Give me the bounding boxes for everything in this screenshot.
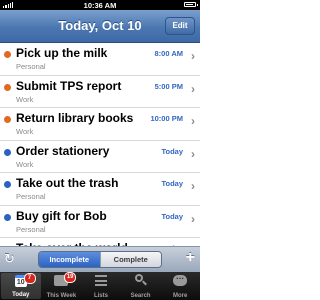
tab-label: Today	[12, 292, 30, 298]
task-name: Buy gift for Bob	[16, 208, 107, 223]
chevron-right-icon[interactable]: ›	[191, 212, 195, 226]
navigation-bar: Today, Oct 10 Edit	[0, 10, 200, 43]
task-row[interactable]: Buy gift for Bob Personal Today ›	[0, 205, 200, 238]
task-list: Pick up the milk Personal 8:00 AM › Submit T…	[0, 43, 200, 272]
tab-label: Search	[130, 293, 151, 299]
task-category: Work	[16, 94, 34, 104]
status-time: 10:36 AM	[83, 0, 117, 10]
chevron-right-icon[interactable]: ›	[191, 82, 195, 96]
chevron-right-icon[interactable]: ›	[191, 179, 195, 193]
tab-badge: 7	[23, 273, 36, 284]
task-name: Pick up the milk	[16, 46, 108, 60]
task-due: Today	[161, 179, 183, 188]
priority-dot-icon	[4, 116, 11, 123]
tab-label: Lists	[93, 293, 108, 299]
priority-dot-icon	[4, 213, 11, 221]
task-row[interactable]: Order stationery Work Today ›	[0, 140, 200, 173]
task-due: Today	[161, 146, 183, 156]
task-category: Personal	[16, 192, 46, 201]
chevron-right-icon[interactable]: ›	[191, 49, 195, 63]
tab-today[interactable]: 10 7 Today	[1, 273, 41, 299]
tab-label: This Week	[46, 293, 77, 299]
task-due: 10:00 PM	[150, 114, 183, 123]
task-row[interactable]: Submit TPS report Work 5:00 PM ›	[0, 75, 200, 108]
tab-badge: 19	[64, 272, 77, 283]
tab-search[interactable]: Search	[121, 272, 161, 300]
tab-this-week[interactable]: 19 This Week	[42, 272, 82, 300]
priority-dot-icon	[4, 51, 11, 58]
list-toolbar: ↻ Incomplete Complete +	[0, 246, 200, 272]
edit-button[interactable]: Edit	[165, 17, 195, 35]
task-due: Today	[161, 211, 183, 221]
task-name: Submit TPS report	[16, 78, 122, 93]
plus-icon[interactable]: +	[186, 249, 195, 267]
task-category: Work	[16, 159, 34, 169]
task-due: 8:00 AM	[154, 49, 183, 58]
priority-dot-icon	[4, 83, 11, 91]
chevron-right-icon[interactable]: ›	[191, 114, 195, 128]
task-name: Take out the trash	[16, 176, 119, 190]
battery-icon	[184, 2, 198, 7]
completion-filter: Incomplete Complete	[38, 251, 162, 268]
chevron-right-icon[interactable]: ›	[191, 147, 195, 161]
more-icon: ···	[173, 275, 188, 286]
task-category: Personal	[16, 62, 46, 71]
task-name: Return library books	[16, 111, 134, 125]
tab-more[interactable]: ··· More	[160, 272, 200, 300]
lists-icon	[94, 275, 107, 286]
refresh-icon[interactable]: ↻	[4, 251, 15, 267]
priority-dot-icon	[4, 181, 11, 188]
segment-incomplete[interactable]: Incomplete	[39, 252, 100, 267]
priority-dot-icon	[4, 148, 11, 156]
tab-label: More	[173, 293, 188, 299]
segment-complete[interactable]: Complete	[99, 252, 161, 267]
tab-bar: 10 7 Today 19 This Week Lists Search ··· More	[0, 272, 200, 300]
task-due: 5:00 PM	[154, 81, 183, 91]
task-category: Personal	[16, 224, 46, 234]
task-name: Order stationery	[16, 143, 110, 158]
task-row[interactable]: Pick up the milk Personal 8:00 AM ›	[0, 43, 200, 76]
status-bar: 10:36 AM	[0, 0, 200, 10]
tab-lists[interactable]: Lists	[81, 272, 121, 300]
task-row[interactable]: Take out the trash Personal Today ›	[0, 173, 200, 206]
task-row[interactable]: Return library books Work 10:00 PM ›	[0, 108, 200, 141]
search-icon	[134, 274, 147, 286]
task-category: Work	[16, 127, 34, 136]
